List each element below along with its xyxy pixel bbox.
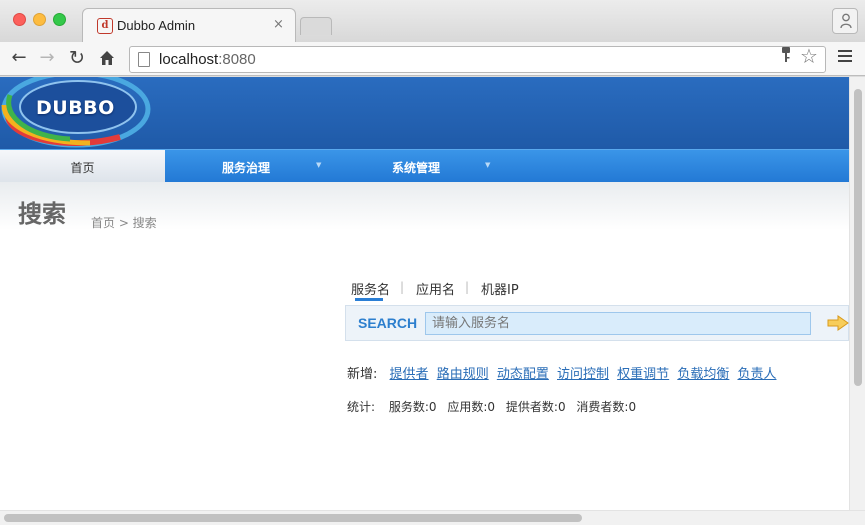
tab-separator: |	[400, 280, 405, 294]
window-close-button[interactable]	[13, 13, 26, 26]
home-icon[interactable]	[96, 46, 118, 70]
person-icon	[840, 13, 852, 29]
nav-home-label: 首页	[70, 161, 95, 175]
search-input[interactable]	[425, 312, 811, 335]
new-tab-button[interactable]	[300, 17, 332, 35]
reload-icon[interactable]: ↻	[66, 46, 88, 70]
browser-toolbar: ← → ↻ localhost:8080	[0, 42, 865, 76]
site-header: DUBBO	[0, 77, 849, 149]
back-arrow-icon[interactable]: ←	[8, 46, 30, 70]
breadcrumb[interactable]: 首页 > 搜索	[91, 214, 157, 231]
stats-row: 统计: 服务数:0 应用数:0 提供者数:0 消费者数:0	[347, 398, 643, 415]
link-weight-adjust[interactable]: 权重调节	[617, 367, 669, 382]
main-nav: 首页 服务治理 ▼ 系统管理 ▼	[0, 149, 849, 183]
stat-service-count: 服务数:0	[388, 400, 437, 414]
tab-machine-ip[interactable]: 机器IP	[481, 279, 519, 298]
stat-application-count: 应用数:0	[447, 400, 496, 414]
dubbo-favicon-icon: d	[97, 18, 113, 34]
browser-titlebar: d Dubbo Admin ×	[0, 0, 865, 42]
menu-hamburger-icon[interactable]	[838, 50, 852, 64]
link-dynamic-config[interactable]: 动态配置	[497, 367, 549, 382]
link-route-rule[interactable]: 路由规则	[437, 367, 489, 382]
caret-down-icon: ▼	[485, 161, 491, 169]
search-label: SEARCH	[358, 315, 418, 331]
nav-item-system-management[interactable]: 系统管理 ▼	[392, 150, 502, 183]
vertical-scrollbar-thumb[interactable]	[854, 89, 862, 386]
tab-title: Dubbo Admin	[117, 18, 196, 33]
create-label: 新增:	[347, 367, 378, 382]
dubbo-logo[interactable]: DUBBO	[0, 77, 155, 149]
browser-tab-active[interactable]: d Dubbo Admin ×	[82, 8, 296, 42]
stat-provider-count: 提供者数:0	[505, 400, 566, 414]
window-maximize-button[interactable]	[53, 13, 66, 26]
search-go-arrow-icon[interactable]	[827, 315, 849, 335]
tab-application-name[interactable]: 应用名	[416, 279, 455, 298]
link-access-control[interactable]: 访问控制	[557, 367, 609, 382]
page-icon	[138, 52, 150, 67]
window-minimize-button[interactable]	[33, 13, 46, 26]
vertical-scrollbar[interactable]	[849, 77, 865, 510]
bookmark-star-icon[interactable]: ☆	[800, 44, 818, 68]
nav-item-home[interactable]: 首页	[0, 150, 165, 183]
horizontal-scrollbar[interactable]	[0, 510, 865, 525]
page-title: 搜索	[18, 200, 66, 228]
forward-arrow-icon[interactable]: →	[36, 46, 58, 70]
caret-down-icon: ▼	[316, 161, 322, 169]
tab-separator: |	[465, 280, 470, 294]
nav-item-label: 服务治理	[222, 161, 271, 175]
profile-button[interactable]	[832, 8, 858, 34]
tab-service-name[interactable]: 服务名	[351, 279, 390, 298]
key-icon[interactable]	[781, 47, 791, 67]
horizontal-scrollbar-thumb[interactable]	[4, 514, 582, 522]
nav-item-label: 系统管理	[392, 161, 441, 175]
nav-item-service-governance[interactable]: 服务治理 ▼	[222, 150, 332, 183]
url-text: localhost:8080	[159, 51, 256, 68]
logo-text: DUBBO	[36, 97, 115, 119]
create-links-row: 新增: 提供者 路由规则 动态配置 访问控制 权重调节 负载均衡 负责人	[347, 363, 780, 382]
link-owner[interactable]: 负责人	[737, 367, 776, 382]
stat-consumer-count: 消费者数:0	[576, 400, 637, 414]
page-title-area: 搜索 首页 > 搜索	[0, 182, 849, 230]
tab-close-icon[interactable]: ×	[273, 17, 284, 32]
address-bar[interactable]: localhost:8080	[129, 46, 826, 73]
stats-label: 统计:	[347, 400, 376, 414]
link-load-balance[interactable]: 负载均衡	[677, 367, 729, 382]
link-provider[interactable]: 提供者	[390, 367, 429, 382]
search-box: SEARCH	[345, 305, 849, 341]
active-tab-indicator	[355, 298, 383, 301]
